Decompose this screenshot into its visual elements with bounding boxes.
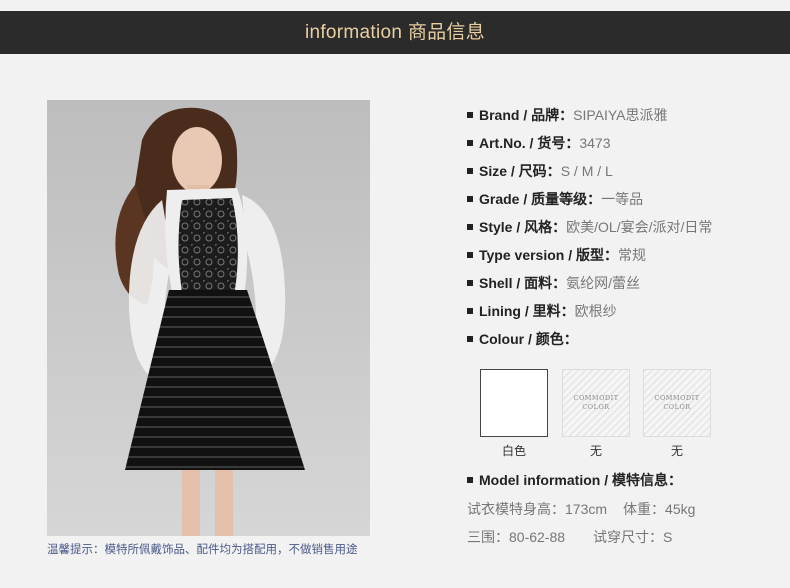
spec-style: Style / 风格：欧美/OL/宴会/派对/日常 (467, 216, 787, 244)
spec-brand: Brand / 品牌：SIPAIYA思派雅 (467, 104, 787, 132)
spec-label: Colour / 颜色： (479, 331, 578, 347)
spec-list: Brand / 品牌：SIPAIYA思派雅 Art.No. / 货号：3473 … (467, 104, 787, 356)
model-title-text: Model information / 模特信息： (479, 472, 682, 488)
section-title: information 商品信息 (304, 22, 486, 43)
bullet-icon (467, 196, 473, 202)
model-height: 试衣模特身高：173cm (467, 501, 608, 517)
swatch-placeholder: COMMODIT COLOR (562, 369, 630, 437)
model-weight: 体重：45kg (623, 501, 696, 517)
spec-value: 一等品 (601, 191, 644, 207)
spec-label: Size / 尺码： (479, 163, 561, 179)
model-measurements: 三围：80-62-88 (467, 529, 566, 545)
spec-grade: Grade / 质量等级：一等品 (467, 188, 787, 216)
spec-lining: Lining / 里料：欧根纱 (467, 300, 787, 328)
product-info-page: information 商品信息 温馨提示：模特所佩戴饰品、配件均为搭配用，不做… (0, 0, 790, 588)
bullet-icon (467, 224, 473, 230)
colour-swatches: 白色 COMMODIT COLOR 无 COMMODIT COLOR 无 (480, 369, 720, 459)
bullet-icon (467, 140, 473, 146)
placeholder-text: COMMODIT COLOR (573, 394, 619, 411)
bullet-icon (467, 477, 473, 483)
spec-label: Brand / 品牌： (479, 107, 574, 123)
swatch-none-2: COMMODIT COLOR 无 (643, 369, 711, 459)
spec-value: 氨纶网/蕾丝 (566, 275, 641, 291)
model-size: 试穿尺寸：S (593, 529, 673, 545)
spec-label: Art.No. / 货号： (479, 135, 580, 151)
bullet-icon (467, 280, 473, 286)
swatch-label: 白色 (501, 444, 526, 458)
swatch-placeholder: COMMODIT COLOR (643, 369, 711, 437)
spec-art-no: Art.No. / 货号：3473 (467, 132, 787, 160)
spec-value: 常规 (618, 247, 646, 263)
spec-value: SIPAIYA思派雅 (573, 107, 668, 123)
swatch-label: 无 (670, 444, 683, 458)
spec-label: Shell / 面料： (479, 275, 567, 291)
bullet-icon (467, 168, 473, 174)
spec-value: 欧美/OL/宴会/派对/日常 (566, 219, 713, 235)
spec-shell: Shell / 面料：氨纶网/蕾丝 (467, 272, 787, 300)
spec-label: Style / 风格： (479, 219, 567, 235)
swatch-white[interactable]: 白色 (480, 369, 548, 459)
model-photo (47, 100, 370, 536)
model-measurements-size: 三围：80-62-88 试穿尺寸：S (467, 527, 672, 547)
spec-label: Type version / 版型： (479, 247, 618, 263)
swatch-none-1: COMMODIT COLOR 无 (562, 369, 630, 459)
spec-value: 欧根纱 (574, 303, 617, 319)
placeholder-text: COMMODIT COLOR (654, 394, 700, 411)
bullet-icon (467, 336, 473, 342)
bullet-icon (467, 252, 473, 258)
spec-type-version: Type version / 版型：常规 (467, 244, 787, 272)
spec-value: 3473 (579, 135, 611, 151)
bullet-icon (467, 112, 473, 118)
spec-value: S / M / L (560, 163, 613, 179)
disclaimer-note: 温馨提示：模特所佩戴饰品、配件均为搭配用，不做销售用途 (47, 544, 358, 556)
model-info-title: Model information / 模特信息： (467, 470, 682, 490)
swatch-label: 无 (589, 444, 602, 458)
model-height-weight: 试衣模特身高：173cm 体重：45kg (467, 499, 695, 519)
spec-colour: Colour / 颜色： (467, 328, 787, 356)
spec-label: Lining / 里料： (479, 303, 575, 319)
bullet-icon (467, 308, 473, 314)
swatch-box[interactable] (480, 369, 548, 437)
spec-label: Grade / 质量等级： (479, 191, 602, 207)
spec-size: Size / 尺码：S / M / L (467, 160, 787, 188)
